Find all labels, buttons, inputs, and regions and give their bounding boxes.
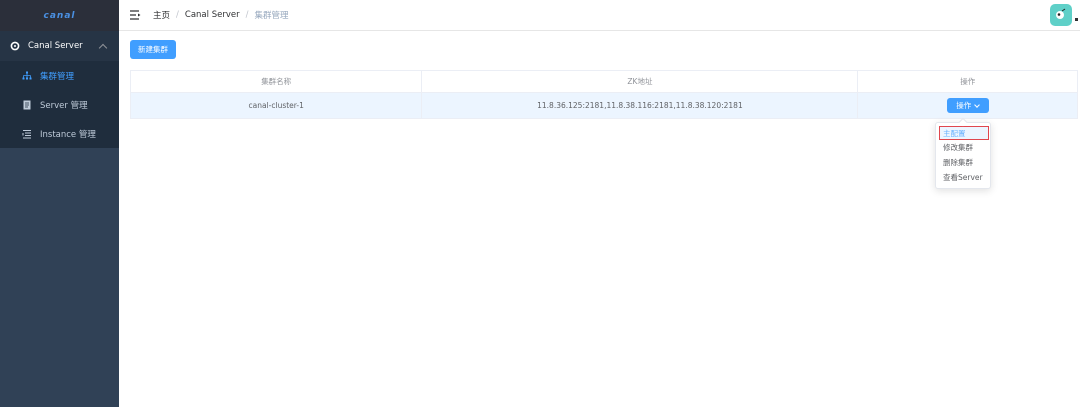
menu-canal-server[interactable]: Canal Server [0, 31, 119, 61]
action-dropdown-label: 操作 [956, 101, 972, 110]
breadcrumb-separator: / [176, 10, 179, 20]
cluster-icon [22, 71, 32, 81]
list-icon [22, 129, 32, 139]
breadcrumb-separator: / [245, 10, 249, 20]
avatar[interactable] [1050, 4, 1072, 26]
chevron-down-icon [974, 101, 981, 108]
new-cluster-button[interactable]: 新建集群 [130, 40, 176, 59]
column-header-action: 操作 [960, 77, 976, 86]
submenu: 集群管理 Server 管理 Instance 管理 [0, 61, 119, 148]
hamburger-icon[interactable] [128, 8, 142, 22]
cell-zk-address: 11.8.36.125:2181,11.8.38.116:2181,11.8.3… [422, 93, 859, 118]
sidebar: canal Canal Server 集群管理 Server 管理 Instan… [0, 0, 119, 407]
avatar-caret-icon[interactable] [1075, 18, 1078, 21]
column-header-zk: ZK地址 [422, 71, 859, 92]
cell-action: 操作 [858, 93, 1077, 118]
cluster-table: 集群名称 ZK地址 操作 canal-cluster-1 11.8.36.125… [130, 70, 1078, 119]
sidebar-item-instance[interactable]: Instance 管理 [0, 119, 119, 148]
sidebar-item-instance-label: Instance 管理 [40, 129, 96, 140]
logo-text: canal [43, 10, 76, 21]
cell-cluster-name: canal-cluster-1 [131, 93, 423, 118]
table-row[interactable]: canal-cluster-1 11.8.36.125:2181,11.8.38… [131, 93, 1077, 118]
server-doc-icon [22, 100, 32, 110]
sidebar-item-server[interactable]: Server 管理 [0, 90, 119, 119]
sidebar-item-server-label: Server 管理 [40, 100, 88, 111]
action-dropdown-button[interactable]: 操作 [946, 98, 989, 113]
chevron-up-icon [98, 43, 108, 52]
main-content: 新建集群 集群名称 ZK地址 操作 canal-cluster-1 11.8.3… [119, 31, 1080, 407]
server-icon [10, 41, 20, 51]
breadcrumb: 主页 / Canal Server / 集群管理 [153, 9, 288, 21]
navbar: 主页 / Canal Server / 集群管理 [119, 0, 1080, 31]
breadcrumb-home[interactable]: 主页 [153, 9, 170, 21]
column-header-name: 集群名称 [131, 71, 423, 92]
logo[interactable]: canal [0, 0, 119, 31]
menu-item-main-config[interactable]: 主配置 [939, 126, 989, 140]
sidebar-item-cluster-label: 集群管理 [40, 71, 75, 82]
table-header: 集群名称 ZK地址 操作 [131, 71, 1077, 93]
breadcrumb-current: 集群管理 [254, 11, 289, 21]
menu-item-edit-cluster[interactable]: 修改集群 [936, 140, 990, 155]
menu-item-delete-cluster[interactable]: 删除集群 [936, 155, 990, 170]
breadcrumb-canal-server[interactable]: Canal Server [185, 10, 240, 20]
menu-canal-server-label: Canal Server [28, 41, 83, 51]
menu-item-view-server[interactable]: 查看Server [936, 170, 990, 185]
action-dropdown-menu: 主配置 修改集群 删除集群 查看Server [935, 117, 991, 189]
sidebar-item-cluster[interactable]: 集群管理 [0, 61, 119, 90]
